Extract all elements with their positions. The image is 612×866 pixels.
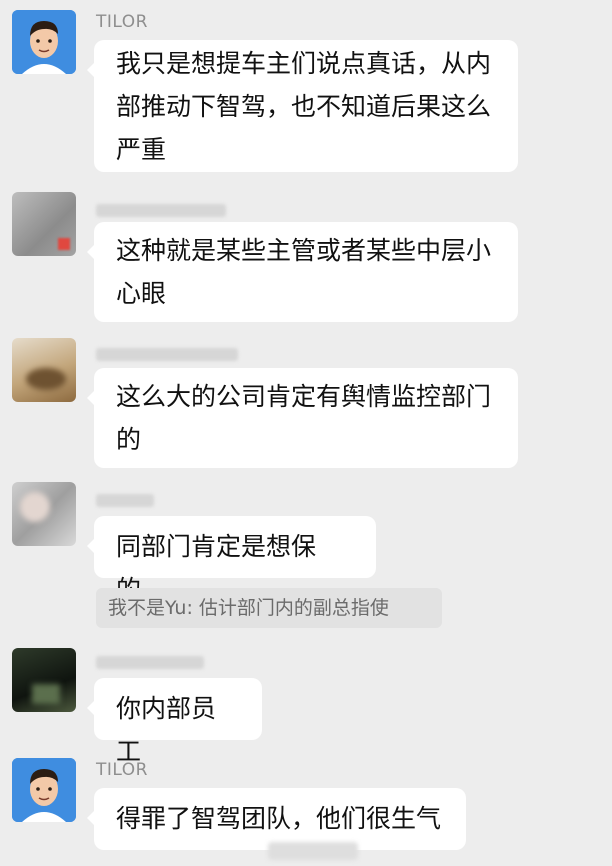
message-bubble[interactable]: 这么大的公司肯定有舆情监控部门 的: [87, 368, 518, 468]
message-bubble[interactable]: 你内部员工: [87, 678, 262, 766]
message-bubble[interactable]: 同部门肯定是想保的，: [87, 516, 376, 604]
blurred-avatar-icon: [58, 238, 70, 250]
message-line: 我只是想提车主们说点真话，从内: [116, 49, 492, 78]
message-line: 的: [116, 425, 142, 454]
avatar[interactable]: [12, 192, 76, 256]
message-line: 部推动下智驾，也不知道后果这么: [116, 92, 492, 121]
message-line: 心眼: [116, 279, 167, 308]
sender-name: TILOR: [96, 12, 148, 32]
quoted-reply[interactable]: 我不是Yu: 估计部门内的副总指使: [96, 588, 442, 628]
blurred-avatar-icon: [32, 684, 60, 704]
message-line: 这么大的公司肯定有舆情监控部门: [116, 382, 492, 411]
sender-name-blurred: [96, 494, 154, 507]
avatar[interactable]: [12, 482, 76, 546]
avatar[interactable]: [12, 648, 76, 712]
sender-name-blurred: [96, 204, 226, 217]
sender-name-blurred: [96, 348, 238, 361]
blurred-avatar-icon: [26, 368, 66, 390]
message-bubble[interactable]: 得罪了智驾团队，他们很生气: [87, 788, 466, 850]
message-line: 这种就是某些主管或者某些中层小: [116, 236, 492, 265]
message-bubble[interactable]: 我只是想提车主们说点真话，从内 部推动下智驾，也不知道后果这么 严重: [87, 40, 518, 172]
avatar[interactable]: [12, 758, 76, 822]
blurred-avatar-icon: [20, 492, 50, 522]
watermark: [268, 842, 358, 860]
message-line: 严重: [116, 135, 167, 164]
avatar[interactable]: [12, 338, 76, 402]
sender-name-blurred: [96, 656, 204, 669]
sender-name: TILOR: [96, 760, 148, 780]
cartoon-man-avatar-icon: [12, 758, 76, 822]
avatar[interactable]: [12, 10, 76, 74]
message-line: 得罪了智驾团队，他们很生气: [116, 804, 442, 833]
cartoon-man-avatar-icon: [12, 10, 76, 74]
message-bubble[interactable]: 这种就是某些主管或者某些中层小 心眼: [87, 222, 518, 322]
